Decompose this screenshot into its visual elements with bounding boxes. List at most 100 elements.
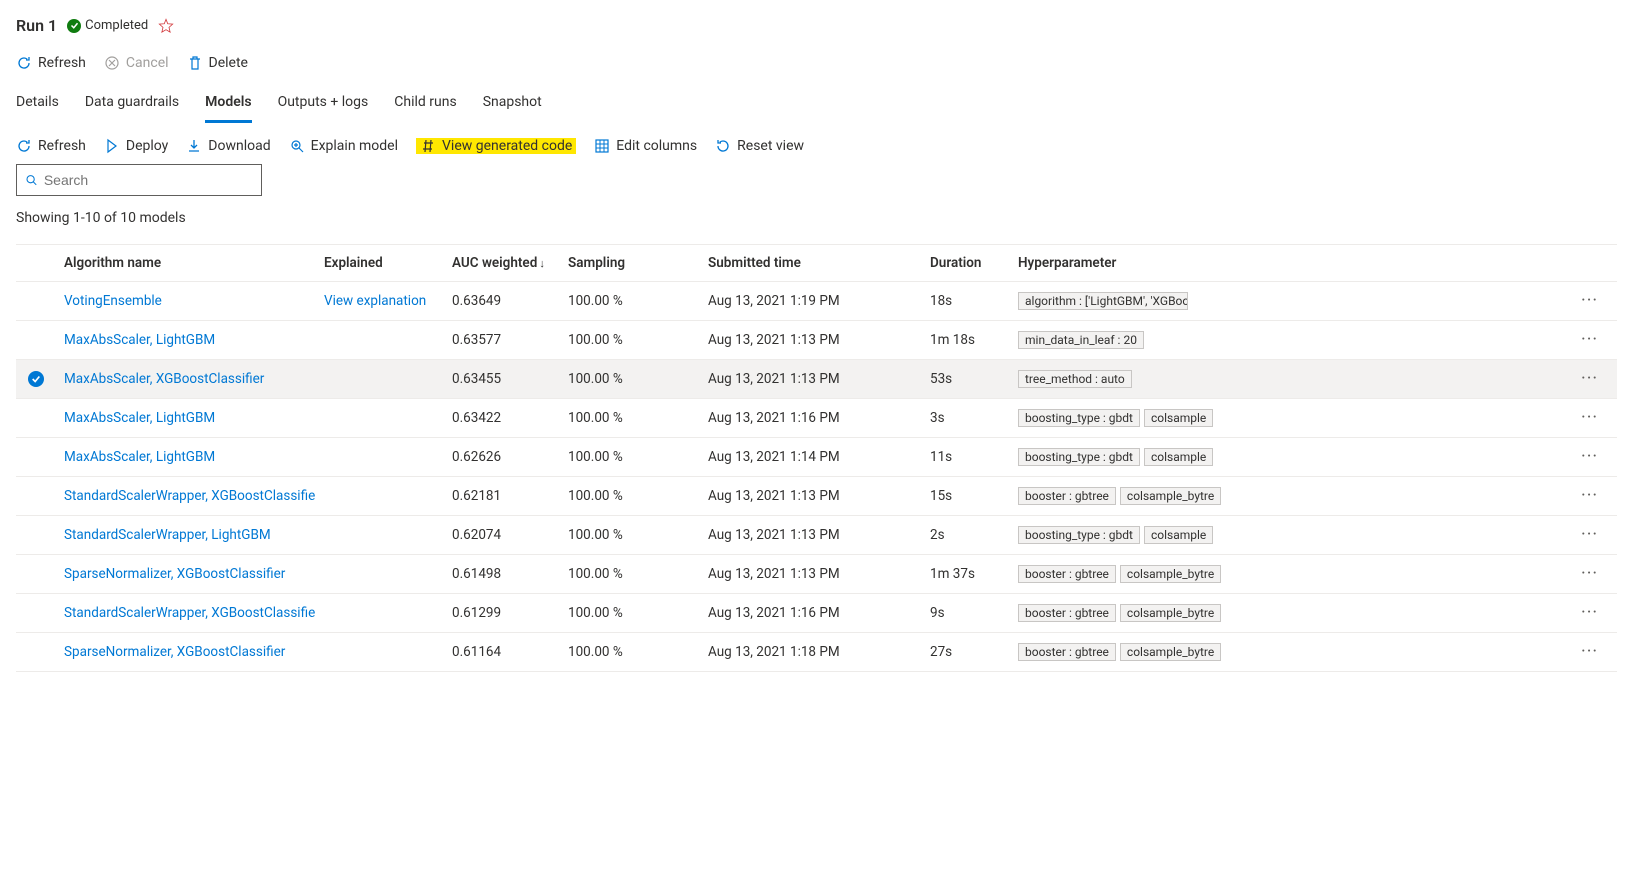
col-submitted[interactable]: Submitted time <box>700 245 922 282</box>
col-algorithm[interactable]: Algorithm name <box>56 245 316 282</box>
more-actions-button[interactable]: ··· <box>1581 290 1598 311</box>
more-actions-button[interactable]: ··· <box>1581 446 1598 467</box>
hyperparameter-tag[interactable]: colsample_bytre <box>1120 565 1221 583</box>
hyperparameter-tag[interactable]: boosting_type : gbdt <box>1018 409 1140 427</box>
tab-models[interactable]: Models <box>205 86 251 123</box>
auc-value: 0.61299 <box>444 594 560 633</box>
hyperparameter-tag[interactable]: boosting_type : gbdt <box>1018 448 1140 466</box>
star-icon[interactable] <box>158 18 174 34</box>
auc-value: 0.63455 <box>444 360 560 399</box>
hyperparameter-tag[interactable]: tree_method : auto <box>1018 370 1132 388</box>
more-actions-button[interactable]: ··· <box>1581 329 1598 350</box>
more-actions-button[interactable]: ··· <box>1581 407 1598 428</box>
reset-view-label: Reset view <box>737 138 804 154</box>
hyperparameter-tag[interactable]: colsample <box>1144 409 1213 427</box>
tab-bar: Details Data guardrails Models Outputs +… <box>16 86 1617 124</box>
tab-details[interactable]: Details <box>16 86 59 123</box>
search-input[interactable] <box>44 172 253 188</box>
cancel-button: Cancel <box>104 55 169 71</box>
more-actions-button[interactable]: ··· <box>1581 485 1598 506</box>
refresh-models-button[interactable]: Refresh <box>16 138 86 154</box>
col-duration[interactable]: Duration <box>922 245 1010 282</box>
submitted-value: Aug 13, 2021 1:13 PM <box>700 516 922 555</box>
algorithm-link[interactable]: MaxAbsScaler, XGBoostClassifier <box>64 371 264 387</box>
delete-button[interactable]: Delete <box>187 55 248 71</box>
submitted-value: Aug 13, 2021 1:16 PM <box>700 594 922 633</box>
tab-child-runs[interactable]: Child runs <box>394 86 456 123</box>
submitted-value: Aug 13, 2021 1:13 PM <box>700 321 922 360</box>
submitted-value: Aug 13, 2021 1:13 PM <box>700 477 922 516</box>
table-row[interactable]: StandardScalerWrapper, LightGBM0.6207410… <box>16 516 1617 555</box>
algorithm-link[interactable]: StandardScalerWrapper, XGBoostClassifier <box>64 488 316 504</box>
col-sampling[interactable]: Sampling <box>560 245 700 282</box>
table-row[interactable]: MaxAbsScaler, LightGBM0.63577100.00 %Aug… <box>16 321 1617 360</box>
more-actions-button[interactable]: ··· <box>1581 524 1598 545</box>
col-auc[interactable]: AUC weighted↓ <box>444 245 560 282</box>
search-box[interactable] <box>16 164 262 196</box>
page-title: Run 1 <box>16 16 57 35</box>
table-row[interactable]: MaxAbsScaler, XGBoostClassifier 0.6345510… <box>16 360 1617 399</box>
hyperparameter-tag[interactable]: booster : gbtree <box>1018 487 1116 505</box>
table-row[interactable]: StandardScalerWrapper, XGBoostClassifier… <box>16 477 1617 516</box>
undo-icon <box>715 138 731 154</box>
sort-desc-icon: ↓ <box>539 257 545 270</box>
duration-value: 9s <box>922 594 1010 633</box>
explain-label: Explain model <box>311 138 398 154</box>
table-row[interactable]: MaxAbsScaler, LightGBM0.62626100.00 %Aug… <box>16 438 1617 477</box>
hyperparameter-tag[interactable]: colsample <box>1144 526 1213 544</box>
deploy-button[interactable]: Deploy <box>104 138 168 154</box>
hyperparameter-tag[interactable]: algorithm : ['LightGBM', 'XGBoostC <box>1018 292 1188 310</box>
hyperparameter-tag[interactable]: booster : gbtree <box>1018 565 1116 583</box>
algorithm-link[interactable]: SparseNormalizer, XGBoostClassifier <box>64 644 285 660</box>
tab-snapshot[interactable]: Snapshot <box>483 86 542 123</box>
refresh-models-label: Refresh <box>38 138 86 154</box>
algorithm-link[interactable]: StandardScalerWrapper, XGBoostClassifier <box>64 605 316 621</box>
table-row[interactable]: MaxAbsScaler, LightGBM0.63422100.00 %Aug… <box>16 399 1617 438</box>
algorithm-link[interactable]: SparseNormalizer, XGBoostClassifier <box>64 566 285 582</box>
algorithm-link[interactable]: MaxAbsScaler, LightGBM <box>64 410 215 426</box>
download-button[interactable]: Download <box>186 138 270 154</box>
algorithm-link[interactable]: StandardScalerWrapper, LightGBM <box>64 527 271 543</box>
refresh-button[interactable]: Refresh <box>16 55 86 71</box>
table-row[interactable]: SparseNormalizer, XGBoostClassifier0.614… <box>16 555 1617 594</box>
edit-columns-label: Edit columns <box>616 138 697 154</box>
duration-value: 27s <box>922 633 1010 672</box>
col-hyper[interactable]: Hyperparameter <box>1010 245 1573 282</box>
table-row[interactable]: StandardScalerWrapper, XGBoostClassifier… <box>16 594 1617 633</box>
hyperparameter-tag[interactable]: boosting_type : gbdt <box>1018 526 1140 544</box>
col-explained[interactable]: Explained <box>316 245 444 282</box>
auc-value: 0.63649 <box>444 282 560 321</box>
hyperparameter-tag[interactable]: colsample <box>1144 448 1213 466</box>
more-actions-button[interactable]: ··· <box>1581 563 1598 584</box>
algorithm-link[interactable]: MaxAbsScaler, LightGBM <box>64 449 215 465</box>
reset-view-button[interactable]: Reset view <box>715 138 804 154</box>
table-row[interactable]: VotingEnsembleView explanation0.63649100… <box>16 282 1617 321</box>
sampling-value: 100.00 % <box>560 555 700 594</box>
hash-icon <box>420 138 436 154</box>
sampling-value: 100.00 % <box>560 399 700 438</box>
tab-outputs-logs[interactable]: Outputs + logs <box>278 86 369 123</box>
hyperparameter-tag[interactable]: booster : gbtree <box>1018 643 1116 661</box>
more-actions-button[interactable]: ··· <box>1581 602 1598 623</box>
table-row[interactable]: SparseNormalizer, XGBoostClassifier0.611… <box>16 633 1617 672</box>
columns-icon <box>594 138 610 154</box>
more-actions-button[interactable]: ··· <box>1581 641 1598 662</box>
algorithm-link[interactable]: MaxAbsScaler, LightGBM <box>64 332 215 348</box>
delete-label: Delete <box>209 55 248 71</box>
more-actions-button[interactable]: ··· <box>1581 368 1598 389</box>
hyperparameter-tag[interactable]: colsample_bytre <box>1120 604 1221 622</box>
explain-model-button[interactable]: Explain model <box>289 138 398 154</box>
hyperparameter-tag[interactable]: min_data_in_leaf : 20 <box>1018 331 1144 349</box>
hyperparameter-tag[interactable]: booster : gbtree <box>1018 604 1116 622</box>
view-explanation-link[interactable]: View explanation <box>324 293 426 309</box>
hyperparameter-tag[interactable]: colsample_bytre <box>1120 643 1221 661</box>
sampling-value: 100.00 % <box>560 360 700 399</box>
view-generated-code-button[interactable]: View generated code <box>416 138 576 154</box>
edit-columns-button[interactable]: Edit columns <box>594 138 697 154</box>
algorithm-link[interactable]: VotingEnsemble <box>64 293 162 309</box>
refresh-icon <box>16 55 32 71</box>
hyperparameter-tag[interactable]: colsample_bytre <box>1120 487 1221 505</box>
submitted-value: Aug 13, 2021 1:18 PM <box>700 633 922 672</box>
tab-data-guardrails[interactable]: Data guardrails <box>85 86 179 123</box>
submitted-value: Aug 13, 2021 1:13 PM <box>700 360 922 399</box>
